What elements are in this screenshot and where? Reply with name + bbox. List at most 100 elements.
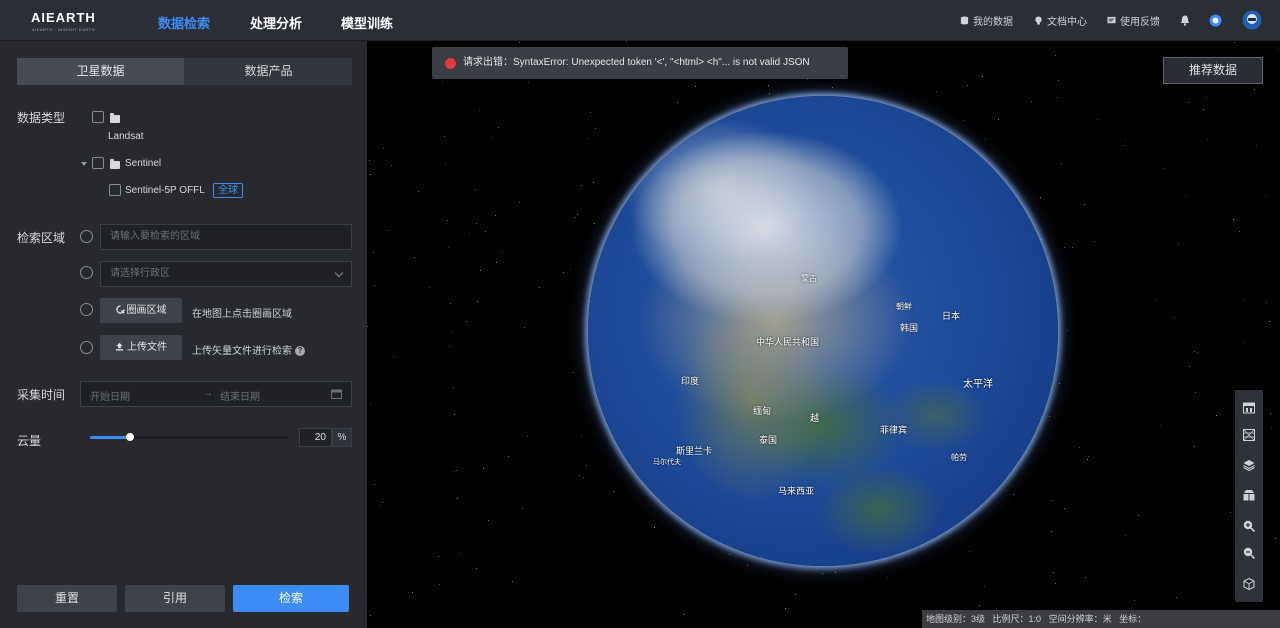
tab-data-products[interactable]: 数据产品 [185, 58, 352, 85]
star [695, 86, 696, 87]
star [383, 148, 384, 149]
star [1176, 597, 1177, 598]
star [1031, 101, 1032, 102]
star [936, 91, 937, 92]
star [595, 128, 596, 129]
star [1087, 459, 1088, 460]
error-toast: 请求出错：SyntaxError: Unexpected token '<', … [432, 47, 848, 79]
my-data-link[interactable]: 我的数据 [960, 13, 1013, 28]
star [445, 164, 446, 165]
nav-model-training[interactable]: 模型训练 [341, 13, 393, 32]
star [577, 214, 578, 215]
date-separator: → [203, 388, 213, 399]
star [388, 230, 389, 231]
cloud-slider[interactable] [90, 433, 289, 441]
star [590, 112, 591, 113]
cloud-slider-handle[interactable] [125, 433, 134, 441]
star [391, 165, 392, 166]
star [1178, 243, 1179, 244]
globe-badge-icon[interactable] [1209, 14, 1222, 27]
star [539, 287, 540, 288]
star [459, 553, 460, 554]
layers-icon[interactable] [1243, 459, 1255, 471]
map-coords: 坐标： [1119, 614, 1147, 624]
star [1084, 204, 1085, 205]
reset-button[interactable]: 重置 [17, 585, 117, 612]
star [451, 331, 452, 332]
star [1006, 490, 1007, 491]
basemap-icon[interactable] [1243, 402, 1255, 414]
map-label-north-korea: 朝鲜 [896, 302, 912, 311]
chevron-down-icon [334, 268, 344, 278]
nav-processing[interactable]: 处理分析 [250, 13, 302, 32]
upload-file-button[interactable]: 上传文件 [100, 335, 182, 360]
star [573, 372, 574, 373]
error-icon [445, 58, 456, 69]
star [1234, 42, 1235, 43]
star [747, 565, 748, 566]
star [778, 93, 779, 94]
star [450, 303, 451, 304]
search-button[interactable]: 检索 [233, 585, 349, 612]
star [448, 247, 449, 248]
upload-radio[interactable] [80, 341, 93, 354]
landsat-checkbox[interactable] [92, 111, 104, 123]
star [439, 584, 440, 585]
avatar-icon[interactable] [1242, 10, 1262, 30]
top-header: AIEARTH AIEARTH · INSIGHT EARTH 数据检索 处理分… [0, 0, 1280, 41]
logo-icon[interactable] [16, 7, 30, 31]
docs-link[interactable]: 文档中心 [1034, 13, 1087, 28]
star [677, 102, 678, 103]
cite-button[interactable]: 引用 [125, 585, 225, 612]
folder-icon [110, 159, 120, 169]
star [683, 614, 684, 615]
recommend-data-button[interactable]: 推荐数据 [1163, 57, 1263, 84]
split-view-icon[interactable] [1243, 489, 1255, 501]
map-resolution: 空间分辨率：米 [1048, 614, 1112, 624]
feedback-icon [1107, 16, 1116, 24]
globe-map-view[interactable]: 中华人民共和国 日本 韩国 太平洋 菲律宾 印度 缅甸 泰国 越 马来西亚 斯里… [367, 41, 1280, 628]
star [485, 231, 486, 232]
earth-globe[interactable] [588, 96, 1058, 566]
map-label-sri-lanka: 斯里兰卡 [676, 446, 713, 456]
star [370, 615, 371, 616]
region-select-radio[interactable] [80, 266, 93, 279]
nav-data-search[interactable]: 数据检索 [158, 13, 210, 32]
region-input-radio[interactable] [80, 230, 93, 243]
draw-region-button[interactable]: 圈画区域 [100, 298, 182, 323]
grid-icon[interactable] [1243, 429, 1255, 441]
date-range-picker[interactable]: 开始日期 → 结束日期 [80, 381, 352, 407]
star [524, 327, 525, 328]
star [476, 223, 477, 224]
star [519, 42, 520, 43]
star [1271, 427, 1272, 428]
star [979, 605, 980, 606]
sentinel-checkbox[interactable] [92, 157, 104, 169]
map-label-india: 印度 [681, 376, 700, 386]
star [380, 505, 381, 506]
star [454, 414, 455, 415]
tab-satellite-data[interactable]: 卫星数据 [17, 58, 184, 85]
sentinel-5p-checkbox[interactable] [109, 184, 121, 196]
3d-view-icon[interactable] [1243, 578, 1255, 590]
question-icon[interactable]: ? [295, 346, 305, 357]
bell-icon[interactable] [1180, 15, 1190, 26]
feedback-link[interactable]: 使用反馈 [1107, 13, 1160, 28]
star [412, 592, 413, 593]
star [963, 120, 964, 121]
star [1270, 413, 1271, 414]
star [454, 471, 455, 472]
star [768, 85, 769, 86]
star [444, 136, 445, 137]
zoom-out-icon[interactable] [1243, 547, 1255, 559]
draw-region-radio[interactable] [80, 303, 93, 316]
cloud-value-input[interactable]: 20 [299, 428, 332, 447]
zoom-in-icon[interactable] [1243, 520, 1255, 532]
expand-arrow-icon[interactable] [81, 162, 87, 166]
star [998, 119, 999, 120]
docs-label: 文档中心 [1047, 17, 1087, 28]
star [512, 581, 513, 582]
region-search-input[interactable]: 请输入要检索的区域 [100, 224, 352, 250]
star [508, 456, 509, 457]
admin-region-select[interactable]: 请选择行政区 [100, 261, 352, 287]
